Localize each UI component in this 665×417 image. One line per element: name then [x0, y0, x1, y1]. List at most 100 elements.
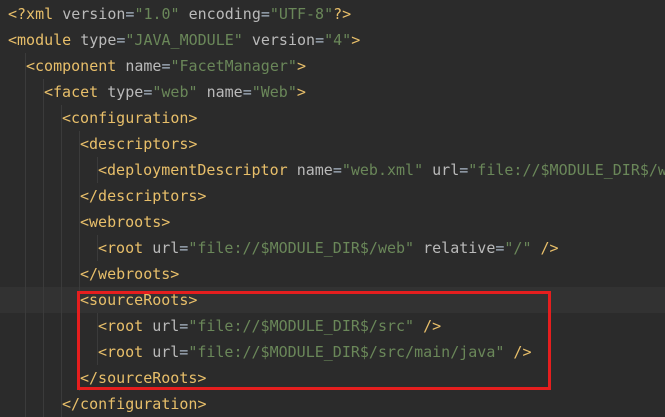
code-line[interactable]: <root url="file://$MODULE_DIR$/src/main/… [0, 339, 665, 365]
indent-guide [43, 105, 44, 131]
indent-guide [25, 105, 26, 131]
indent-guide [43, 209, 44, 235]
indent-guide [25, 209, 26, 235]
token-attr: relative [423, 239, 496, 257]
code-text: <root url="file://$MODULE_DIR$/web" rela… [98, 235, 559, 261]
token-tag: <facet [44, 83, 108, 101]
indent-guide [61, 131, 62, 157]
code-line[interactable]: <facet type="web" name="Web"> [0, 79, 665, 105]
indent-guide [61, 287, 62, 313]
token-plain: = [242, 83, 252, 101]
token-value: "web.xml" [341, 161, 424, 179]
indent-guide [43, 313, 44, 339]
indent-guide [79, 339, 80, 365]
code-line[interactable]: <sourceRoots> [0, 287, 665, 313]
token-attr: version [251, 31, 316, 49]
indent-guide [25, 261, 26, 287]
code-text: </webroots> [80, 261, 179, 287]
indent-guide [43, 339, 44, 365]
code-line[interactable]: <module type="JAVA_MODULE" version="4"> [0, 27, 665, 53]
token-tag: </sourceRoots> [80, 369, 207, 387]
token-tag: /> [414, 317, 442, 335]
code-line[interactable]: <webroots> [0, 209, 665, 235]
token-value: "JAVA_MODULE" [125, 31, 243, 49]
token-value: "/" [504, 239, 532, 257]
code-text: <root url="file://$MODULE_DIR$/src/main/… [98, 339, 531, 365]
indent-guide [61, 313, 62, 339]
code-line[interactable]: </sourceRoots> [0, 365, 665, 391]
token-attr: name [125, 57, 162, 75]
indent-guide [25, 235, 26, 261]
token-value: "4" [324, 31, 352, 49]
code-line[interactable]: <root url="file://$MODULE_DIR$/web" rela… [0, 235, 665, 261]
indent-guide [25, 183, 26, 209]
token-value: "UTF-8" [269, 5, 334, 23]
code-editor[interactable]: <?xml version="1.0" encoding="UTF-8"?> <m… [0, 0, 665, 417]
indent-guide [61, 339, 62, 365]
indent-guide [61, 365, 62, 391]
token-plain: = [260, 5, 270, 23]
token-tag: <module [8, 31, 81, 49]
indent-guide [43, 235, 44, 261]
token-attr: name [296, 161, 333, 179]
token-plain: = [161, 57, 171, 75]
code-text: <deploymentDescriptor name="web.xml" url… [98, 157, 665, 183]
code-text: <sourceRoots> [80, 287, 197, 313]
code-line[interactable]: </configuration> [0, 391, 665, 417]
code-line[interactable]: <configuration> [0, 105, 665, 131]
indent-guide [25, 365, 26, 391]
token-value: "Web" [251, 83, 297, 101]
token-value: "FacetManager" [170, 57, 297, 75]
token-attr: url [152, 239, 180, 257]
code-line[interactable]: </descriptors> [0, 183, 665, 209]
token-value: "file://$MODULE_DIR$/web" [188, 239, 415, 257]
token-plain: = [179, 239, 189, 257]
code-line[interactable]: <descriptors> [0, 131, 665, 157]
token-tag: > [296, 83, 306, 101]
indent-guide [43, 183, 44, 209]
code-text: <module type="JAVA_MODULE" version="4"> [8, 27, 360, 53]
token-tag: <configuration> [62, 109, 198, 127]
code-line[interactable]: <component name="FacetManager"> [0, 53, 665, 79]
token-attr: type [107, 83, 144, 101]
token-tag: <sourceRoots> [80, 291, 198, 309]
indent-guide [79, 157, 80, 183]
code-text: </descriptors> [80, 183, 206, 209]
code-line[interactable]: </webroots> [0, 261, 665, 287]
token-tag: <root [98, 239, 153, 257]
token-tag: </descriptors> [80, 187, 207, 205]
indent-guide [61, 157, 62, 183]
token-tag: <root [98, 317, 153, 335]
indent-guide [61, 261, 62, 287]
code-text: <webroots> [80, 209, 170, 235]
indent-guide [79, 313, 80, 339]
token-value: "web" [152, 83, 198, 101]
indent-guide [25, 313, 26, 339]
indent-guide [25, 287, 26, 313]
indent-guide [43, 391, 44, 417]
token-pi: <?xml [8, 5, 63, 23]
code-text: <?xml version="1.0" encoding="UTF-8"?> [8, 1, 351, 27]
indent-guide [43, 131, 44, 157]
code-line[interactable]: <deploymentDescriptor name="web.xml" url… [0, 157, 665, 183]
token-attr: url [152, 343, 180, 361]
code-line[interactable]: <root url="file://$MODULE_DIR$/src" /> [0, 313, 665, 339]
token-plain: = [179, 317, 189, 335]
token-tag: <deploymentDescriptor [98, 161, 297, 179]
token-plain: = [179, 343, 189, 361]
code-text: <root url="file://$MODULE_DIR$/src" /> [98, 313, 441, 339]
token-attr: url [432, 161, 460, 179]
indent-guide [61, 183, 62, 209]
indent-guide [43, 261, 44, 287]
token-plain: = [332, 161, 342, 179]
code-text: </configuration> [62, 391, 207, 417]
token-tag: > [296, 57, 306, 75]
code-line[interactable]: <?xml version="1.0" encoding="UTF-8"?> [0, 1, 665, 27]
token-attr: version [62, 5, 126, 23]
token-attr: type [80, 31, 117, 49]
token-tag: </configuration> [62, 395, 207, 413]
